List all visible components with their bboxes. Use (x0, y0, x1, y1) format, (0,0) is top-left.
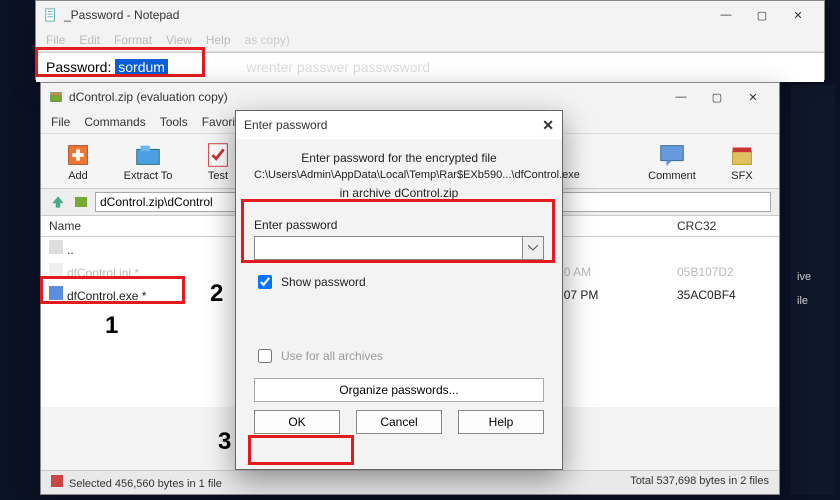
winrar-maximize[interactable]: ▢ (699, 91, 735, 104)
chevron-down-icon (528, 245, 538, 251)
ghost-text-b: wrenter passwer passwsword (246, 59, 430, 75)
menu-edit[interactable]: Edit (79, 33, 100, 47)
help-button[interactable]: Help (458, 410, 544, 434)
menu-commands[interactable]: Commands (84, 115, 145, 129)
sfx-button[interactable]: SFX (715, 140, 769, 182)
step-3-label: 3 (218, 428, 231, 456)
folder-up-icon (49, 240, 63, 254)
ok-button[interactable]: OK (254, 410, 340, 434)
archive-icon (73, 194, 89, 210)
status-right: Total 537,698 bytes in 2 files (630, 475, 769, 490)
close-button[interactable]: ✕ (780, 9, 816, 22)
use-all-checkbox[interactable]: Use for all archives (254, 346, 544, 366)
notepad-icon (44, 8, 58, 22)
password-field-label: Enter password (254, 218, 544, 232)
winrar-titlebar[interactable]: dControl.zip (evaluation copy) — ▢ ✕ (41, 83, 779, 111)
exe-icon (49, 286, 63, 300)
organize-passwords-button[interactable]: Organize passwords... (254, 378, 544, 402)
notepad-menubar: File Edit Format View Help as copy) (36, 29, 824, 52)
password-label: Password: (46, 59, 115, 75)
status-icon (51, 475, 63, 487)
menu-format[interactable]: Format (114, 33, 152, 47)
password-dialog: Enter password ✕ Enter password for the … (235, 110, 563, 470)
col-crc[interactable]: CRC32 (669, 216, 779, 236)
password-value: sordum (115, 59, 168, 75)
dialog-titlebar[interactable]: Enter password ✕ (236, 111, 562, 139)
extract-button[interactable]: Extract To (121, 140, 175, 182)
notepad-titlebar[interactable]: _Password - Notepad — ▢ ✕ (36, 1, 824, 29)
winrar-close[interactable]: ✕ (735, 91, 771, 104)
comment-button[interactable]: Comment (645, 140, 699, 182)
step-1-label: 1 (105, 312, 118, 340)
winrar-icon (49, 90, 63, 104)
right-panel: ive ile (791, 85, 835, 495)
ini-icon (49, 263, 63, 277)
status-left: Selected 456,560 bytes in 1 file (69, 478, 222, 490)
dropdown-button[interactable] (522, 236, 544, 260)
menu-help[interactable]: Help (206, 33, 231, 47)
step-2-label: 2 (210, 280, 223, 308)
minimize-button[interactable]: — (708, 9, 744, 22)
notepad-title: _Password - Notepad (64, 8, 708, 22)
dialog-title: Enter password (244, 118, 542, 132)
menu-file[interactable]: File (51, 115, 70, 129)
notepad-body[interactable]: Password: sordum wrenter passwer passwsw… (36, 52, 824, 82)
use-all-input[interactable] (258, 349, 272, 363)
dialog-message: Enter password for the encrypted file C:… (254, 149, 544, 202)
maximize-button[interactable]: ▢ (744, 9, 780, 22)
menu-tools[interactable]: Tools (160, 115, 188, 129)
close-icon[interactable]: ✕ (542, 117, 554, 134)
cancel-button[interactable]: Cancel (356, 410, 442, 434)
notepad-window: _Password - Notepad — ▢ ✕ File Edit Form… (35, 0, 825, 80)
up-button[interactable] (49, 193, 67, 211)
password-input[interactable] (254, 236, 522, 260)
winrar-minimize[interactable]: — (663, 91, 699, 104)
ghost-text-a: as copy) (245, 33, 290, 47)
status-bar: Selected 456,560 bytes in 1 file Total 5… (41, 470, 779, 494)
show-password-input[interactable] (258, 275, 272, 289)
show-password-checkbox[interactable]: Show password (254, 272, 544, 292)
winrar-title: dControl.zip (evaluation copy) (69, 90, 663, 104)
menu-file[interactable]: File (46, 33, 65, 47)
add-button[interactable]: Add (51, 140, 105, 182)
menu-view[interactable]: View (166, 33, 192, 47)
